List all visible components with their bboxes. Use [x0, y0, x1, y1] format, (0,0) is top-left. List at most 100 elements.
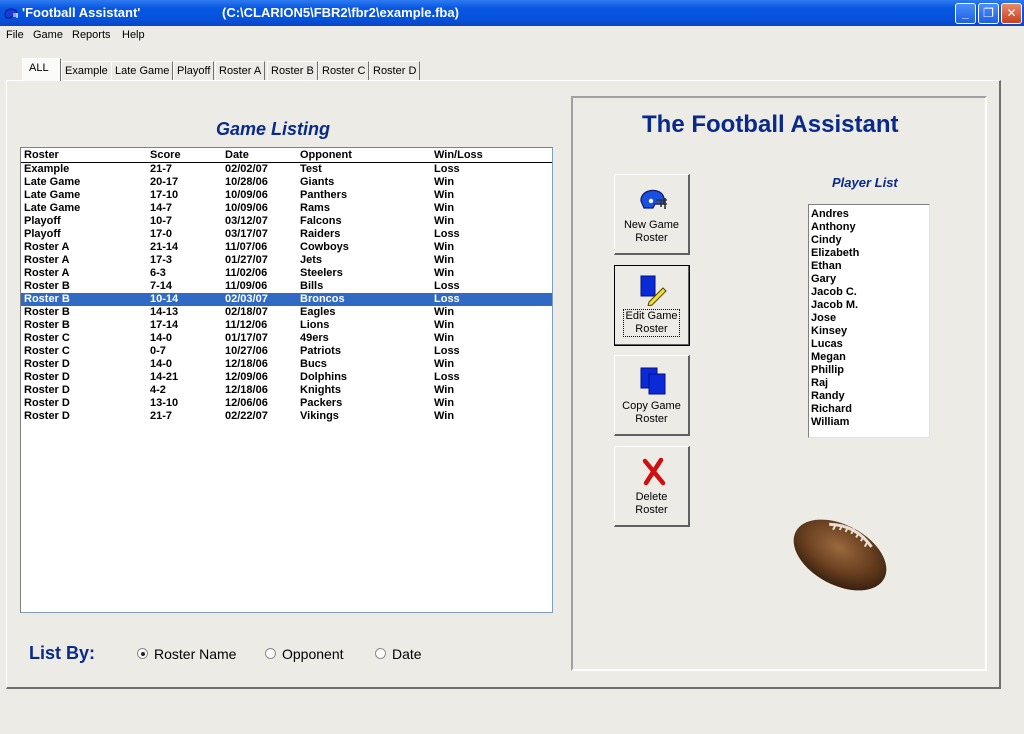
list-item[interactable]: Phillip [809, 364, 929, 377]
tab-example[interactable]: Example [61, 61, 112, 80]
list-item[interactable]: Richard [809, 403, 929, 416]
list-item[interactable]: Gary [809, 273, 929, 286]
menu-game[interactable]: Game [33, 29, 63, 41]
cell-date: 12/18/06 [225, 384, 268, 396]
cell-score: 21-14 [150, 241, 179, 253]
list-item[interactable]: Raj [809, 377, 929, 390]
radio-indicator[interactable] [265, 648, 276, 659]
cell-date: 12/09/06 [225, 371, 268, 383]
cell-opponent: Bucs [300, 358, 327, 370]
list-item[interactable]: Elizabeth [809, 247, 929, 260]
column-header-score[interactable]: Score [150, 149, 181, 161]
table-row[interactable]: Roster C 0-7 10/27/06 Patriots Loss [21, 345, 552, 358]
new-game-roster-button[interactable]: New Game Roster [614, 174, 690, 255]
table-row[interactable]: Roster A 6-3 11/02/06 Steelers Win [21, 267, 552, 280]
cell-opponent: Jets [300, 254, 323, 266]
cell-roster: Roster B [24, 306, 70, 318]
table-row[interactable]: Roster C 14-0 01/17/07 49ers Win [21, 332, 552, 345]
table-row[interactable]: Example 21-7 02/02/07 Test Loss [21, 163, 552, 176]
menu-reports[interactable]: Reports [72, 29, 111, 41]
radio-indicator[interactable] [375, 648, 386, 659]
table-row[interactable]: Roster A 17-3 01/27/07 Jets Win [21, 254, 552, 267]
copy-game-roster-button[interactable]: Copy Game Roster [614, 355, 690, 436]
game-listing-title: Game Listing [216, 119, 331, 139]
list-item[interactable]: Jacob M. [809, 299, 929, 312]
table-row[interactable]: Playoff 10-7 03/12/07 Falcons Win [21, 215, 552, 228]
list-item[interactable]: Ethan [809, 260, 929, 273]
player-list[interactable]: Andres Anthony Cindy Elizabeth Ethan Gary Jaco… [808, 204, 930, 438]
cell-roster: Late Game [24, 202, 81, 214]
list-item[interactable]: Randy [809, 390, 929, 403]
cell-win-loss: Win [434, 319, 455, 331]
menu-help[interactable]: Help [122, 29, 145, 41]
list-item[interactable]: Megan [809, 351, 929, 364]
table-row[interactable]: Roster D 14-0 12/18/06 Bucs Win [21, 358, 552, 371]
radio-indicator[interactable] [137, 648, 148, 659]
cell-date: 03/17/07 [225, 228, 268, 240]
tab-all[interactable]: ALL [22, 58, 61, 81]
edit-game-roster-button[interactable]: Edit Game Roster [614, 265, 690, 346]
cell-opponent: Rams [300, 202, 330, 214]
cell-date: 10/09/06 [225, 189, 268, 201]
game-listing-table[interactable]: Roster Score Date Opponent Win/Loss Exam… [20, 147, 553, 613]
table-row[interactable]: Roster B 17-14 11/12/06 Lions Win [21, 319, 552, 332]
maximize-button[interactable]: ❐ [978, 3, 999, 24]
table-row[interactable]: Roster D 13-10 12/06/06 Packers Win [21, 397, 552, 410]
tab-roster-a[interactable]: Roster A [215, 61, 266, 80]
minimize-button[interactable]: _ [955, 3, 976, 24]
list-item[interactable]: Jacob C. [809, 286, 929, 299]
cell-roster: Example [24, 163, 70, 175]
table-row[interactable]: Playoff 17-0 03/17/07 Raiders Loss [21, 228, 552, 241]
cell-roster: Roster D [24, 410, 70, 422]
cell-score: 4-2 [150, 384, 166, 396]
table-row[interactable]: Roster D 21-7 02/22/07 Vikings Win [21, 410, 552, 423]
close-button[interactable]: ✕ [1001, 3, 1022, 24]
column-header-win-loss[interactable]: Win/Loss [434, 149, 483, 161]
cell-score: 10-7 [150, 215, 173, 227]
column-header-roster[interactable]: Roster [24, 149, 59, 161]
cell-opponent: Cowboys [300, 241, 349, 253]
tab-roster-c[interactable]: Roster C [318, 61, 370, 80]
cell-date: 10/09/06 [225, 202, 268, 214]
cell-roster: Roster D [24, 397, 70, 409]
cell-opponent: Falcons [300, 215, 342, 227]
cell-opponent: Test [300, 163, 322, 175]
tab-roster-d[interactable]: Roster D [369, 61, 421, 80]
list-item[interactable]: Andres [809, 208, 929, 221]
table-row[interactable]: Roster B 10-14 02/03/07 Broncos Loss [21, 293, 552, 306]
title-bar: 'Football Assistant' (C:\CLARION5\FBR2\f… [0, 0, 1024, 26]
column-header-date[interactable]: Date [225, 149, 249, 161]
cell-roster: Late Game [24, 189, 81, 201]
list-item[interactable]: William [809, 416, 929, 429]
cell-score: 10-14 [150, 293, 179, 305]
tab-playoff[interactable]: Playoff [173, 61, 215, 80]
table-row[interactable]: Late Game 14-7 10/09/06 Rams Win [21, 202, 552, 215]
tab-roster-b[interactable]: Roster B [267, 61, 318, 80]
table-row[interactable]: Late Game 17-10 10/09/06 Panthers Win [21, 189, 552, 202]
cell-roster: Roster D [24, 358, 70, 370]
table-row[interactable]: Roster A 21-14 11/07/06 Cowboys Win [21, 241, 552, 254]
cell-opponent: Bills [300, 280, 324, 292]
cell-win-loss: Win [434, 397, 455, 409]
table-row[interactable]: Roster B 7-14 11/09/06 Bills Loss [21, 280, 552, 293]
list-item[interactable]: Jose [809, 312, 929, 325]
list-item[interactable]: Anthony [809, 221, 929, 234]
cell-win-loss: Loss [434, 280, 460, 292]
table-row[interactable]: Roster D 4-2 12/18/06 Knights Win [21, 384, 552, 397]
list-item[interactable]: Cindy [809, 234, 929, 247]
table-row[interactable]: Roster B 14-13 02/18/07 Eagles Win [21, 306, 552, 319]
cell-win-loss: Win [434, 189, 455, 201]
table-row[interactable]: Roster D 14-21 12/09/06 Dolphins Loss [21, 371, 552, 384]
cell-opponent: Packers [300, 397, 343, 409]
cell-date: 11/02/06 [225, 267, 268, 279]
column-header-opponent[interactable]: Opponent [300, 149, 352, 161]
menu-file[interactable]: File [6, 29, 24, 41]
list-item[interactable]: Kinsey [809, 325, 929, 338]
tab-late-game[interactable]: Late Game [111, 61, 174, 80]
cell-win-loss: Win [434, 202, 455, 214]
button-label-line2: Roster [635, 323, 668, 335]
delete-roster-button[interactable]: Delete Roster [614, 446, 690, 527]
table-row[interactable]: Late Game 20-17 10/28/06 Giants Win [21, 176, 552, 189]
list-item[interactable]: Lucas [809, 338, 929, 351]
cell-score: 14-21 [150, 371, 179, 383]
